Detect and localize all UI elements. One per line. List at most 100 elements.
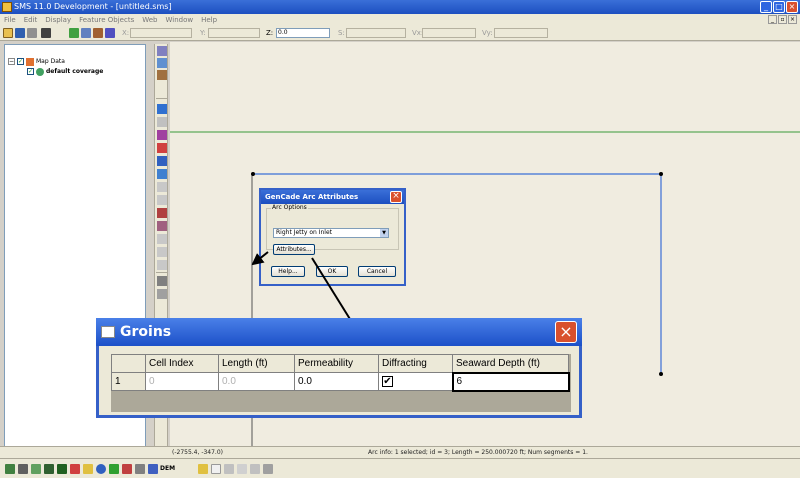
help-button[interactable]: Help... [271,266,305,277]
groins-table: Cell Index Length (ft) Permeability Diff… [111,354,571,412]
camera-icon[interactable] [263,464,273,474]
zoom-icon[interactable] [81,28,91,38]
contour-icon[interactable] [157,276,167,286]
tree-item-default-coverage[interactable]: ✓ default coverage [27,67,103,76]
menu-feature-objects[interactable]: Feature Objects [79,16,134,24]
select-vertex-icon[interactable] [157,130,167,140]
print-icon[interactable] [27,28,37,38]
dropdown-arrow-icon[interactable]: ▼ [380,229,388,237]
checkbox-checked-icon[interactable]: ✔ [382,376,393,387]
attributes-button[interactable]: Attributes... [273,244,315,255]
select-arc-icon[interactable] [157,104,167,114]
tree-expander-icon[interactable]: − [8,58,15,65]
selected-option: Right Jetty on Inlet [276,229,332,236]
link-module-icon[interactable] [135,464,145,474]
dialog-title: Groins [96,318,582,346]
app-icon [2,2,12,12]
frame-icon[interactable] [69,28,79,38]
particle-module-icon[interactable] [83,464,93,474]
minimize-icon[interactable]: _ [760,1,772,13]
close-icon[interactable]: × [786,1,798,13]
ruler-icon[interactable] [157,234,167,244]
menu-file[interactable]: File [4,16,16,24]
annotate-icon[interactable] [157,260,167,270]
mdi-minimize-icon[interactable]: _ [768,15,777,24]
maximize-icon[interactable]: □ [773,1,785,13]
checkbox-checked-icon[interactable]: ✓ [27,68,34,75]
close-icon[interactable]: × [555,321,577,343]
table-header-row: Cell Index Length (ft) Permeability Diff… [111,354,569,373]
arc-node[interactable] [659,372,663,376]
arc-type-select[interactable]: Right Jetty on Inlet ▼ [273,228,389,238]
column-header: Cell Index [145,354,219,373]
ok-button[interactable]: OK [316,266,348,277]
split-icon[interactable] [157,208,167,218]
column-header: Length (ft) [218,354,295,373]
globe-icon[interactable] [96,464,106,474]
map-module-icon[interactable] [57,464,67,474]
palette-separator [156,98,167,99]
settings-icon[interactable] [250,464,260,474]
vy-field [494,28,548,38]
x-label: X: [122,29,130,37]
tree-label-map-data: Map Data [36,58,65,65]
mdi-restore-icon[interactable]: ▫ [778,15,787,24]
cancel-button[interactable]: Cancel [358,266,396,277]
menu-help[interactable]: Help [201,16,217,24]
save-icon[interactable] [15,28,25,38]
select-icon[interactable] [157,46,167,56]
create-arc-icon[interactable] [157,143,167,153]
chart-module-icon[interactable] [122,464,132,474]
select-node-icon[interactable] [157,117,167,127]
x-field [130,28,192,38]
checkbox-checked-icon[interactable]: ✓ [17,58,24,65]
seaward-depth-input[interactable]: 6 [451,371,570,392]
row-index: 1 [111,372,146,391]
delete-icon[interactable] [41,28,51,38]
web-module-icon[interactable] [148,464,158,474]
arc-node[interactable] [251,172,255,176]
tool-module-icon[interactable] [109,464,119,474]
window-title: SMS 11.0 Development - [untitled.sms] [14,2,172,11]
menu-web[interactable]: Web [142,16,157,24]
arc-node[interactable] [659,172,663,176]
menu-display[interactable]: Display [45,16,71,24]
page-icon[interactable] [211,464,221,474]
tree-item-map-data[interactable]: − ✓ Map Data [8,57,65,66]
reverse-icon[interactable] [157,221,167,231]
column-header: Permeability [294,354,379,373]
grid-module-icon[interactable] [18,464,28,474]
groins-title: Groins [120,324,172,340]
diffracting-cell[interactable]: ✔ [378,372,453,391]
z-field[interactable]: 0.0 [276,28,330,38]
display-icon[interactable] [157,289,167,299]
measure-icon[interactable] [157,247,167,257]
zoom-icon[interactable] [157,58,167,68]
create-node-icon[interactable] [157,156,167,166]
cartesian-grid-icon[interactable] [44,464,54,474]
close-icon[interactable]: × [390,191,402,203]
mdi-close-icon[interactable]: × [788,15,797,24]
display-options-icon[interactable] [237,464,247,474]
groins-dialog: Groins × Cell Index Length (ft) Permeabi… [96,318,582,418]
permeability-input[interactable]: 0.0 [294,372,379,391]
gis-module-icon[interactable] [70,464,80,474]
dem-button[interactable]: DEM [160,465,175,472]
rotate-icon[interactable] [157,70,167,80]
cursor-coordinates: (-2755.4, -347.0) [172,449,223,456]
options-icon[interactable] [224,464,234,474]
select-polygon-icon[interactable] [157,182,167,192]
merge-icon[interactable] [157,195,167,205]
mesh-module-icon[interactable] [5,464,15,474]
scatter-module-icon[interactable] [31,464,41,474]
refresh-icon[interactable] [93,28,103,38]
menu-edit[interactable]: Edit [24,16,38,24]
info-icon[interactable] [198,464,208,474]
vertex-icon[interactable] [157,169,167,179]
vy-label: Vy: [482,29,493,37]
menu-window[interactable]: Window [165,16,193,24]
transform-icon[interactable] [105,28,115,38]
main-toolbar: X: Y: Z: 0.0 S: Vx: Vy: [0,25,800,41]
table-row: 1 0 0.0 0.0 ✔ 6 [111,371,570,392]
new-icon[interactable] [3,28,13,38]
